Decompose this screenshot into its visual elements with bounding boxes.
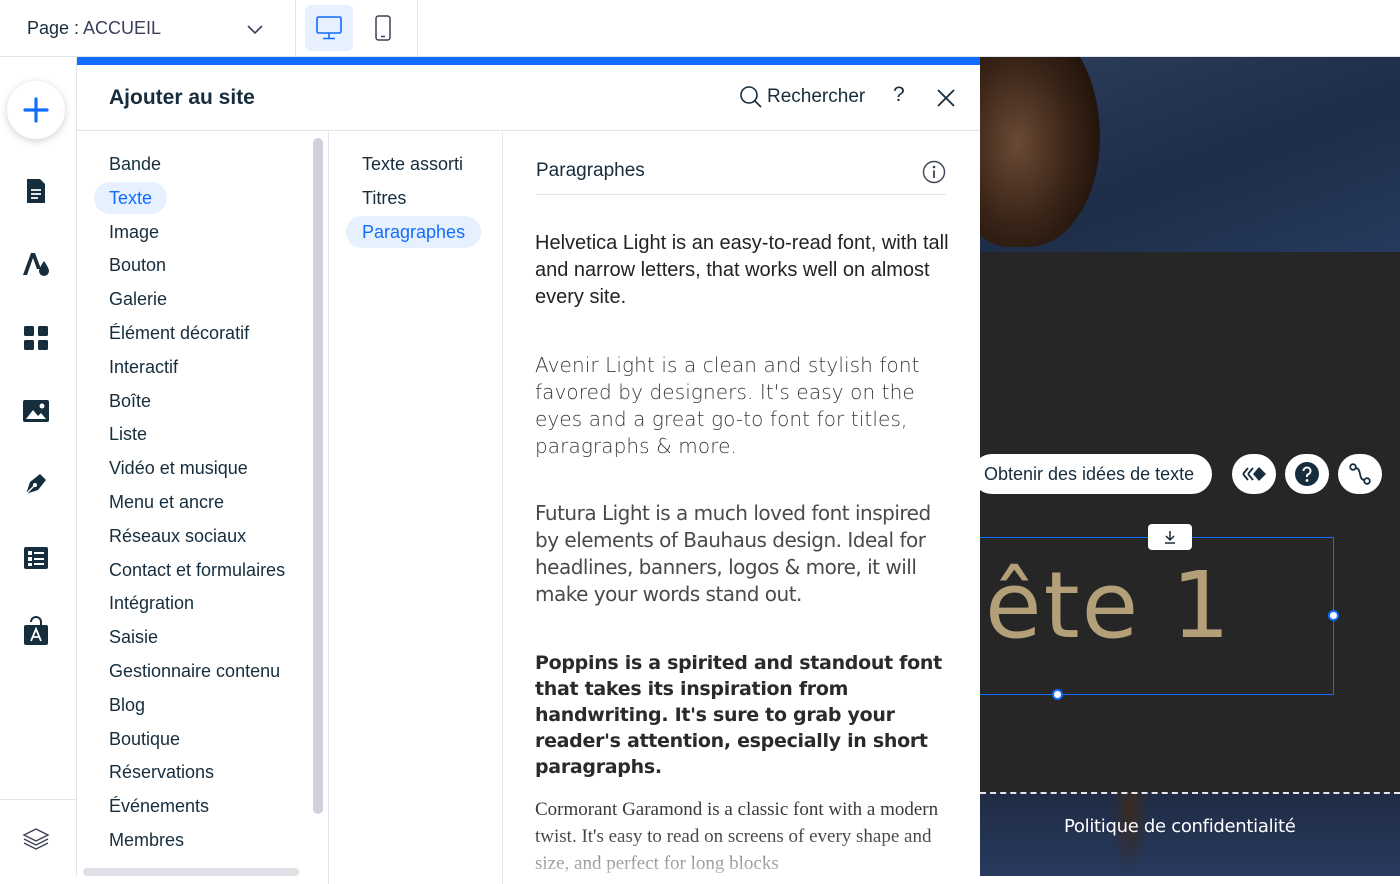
category-item[interactable]: Galerie: [94, 283, 182, 315]
mobile-icon: [375, 15, 391, 41]
add-elements-button[interactable]: [7, 81, 65, 139]
category-item[interactable]: Événements: [94, 790, 224, 822]
category-item[interactable]: Boutique: [94, 723, 195, 755]
help-round-button[interactable]: [1285, 454, 1329, 494]
info-icon[interactable]: [922, 160, 946, 184]
category-item[interactable]: Interactif: [94, 351, 193, 383]
category-list: Bande Texte Image Bouton Galerie Élément déco…: [77, 132, 329, 884]
cms-button[interactable]: [19, 541, 53, 575]
category-item[interactable]: Contact et formulaires: [94, 554, 300, 586]
content-fade: [504, 832, 980, 884]
paragraph-preset-avenir[interactable]: Avenir Light is a clean and stylish font…: [535, 352, 950, 460]
paragraph-preset-poppins[interactable]: Poppins is a spirited and standout font …: [535, 650, 950, 780]
page-selector[interactable]: Page : ACCUEIL: [0, 0, 296, 57]
app-market-icon: [24, 616, 48, 645]
privacy-policy-link[interactable]: Politique de confidentialité: [1064, 816, 1296, 837]
subcategory-item[interactable]: Titres: [346, 182, 422, 214]
cms-icon: [24, 547, 48, 569]
category-scrollbar[interactable]: [313, 138, 323, 814]
category-item[interactable]: Image: [94, 216, 174, 248]
category-item[interactable]: Réseaux sociaux: [94, 520, 261, 552]
animation-button[interactable]: [1232, 454, 1276, 494]
footer-boundary: [980, 792, 1400, 794]
pen-icon: [25, 474, 46, 495]
category-item[interactable]: Bouton: [94, 249, 181, 281]
panel-header: Ajouter au site Rechercher ?: [77, 65, 980, 131]
page-selector-value: ACCUEIL: [83, 18, 162, 38]
media-button[interactable]: [19, 394, 53, 428]
drag-handle[interactable]: [1148, 524, 1192, 550]
theme-button[interactable]: [19, 247, 53, 281]
search-button-label: Rechercher: [767, 86, 866, 107]
top-bar: Page : ACCUEIL: [0, 0, 1400, 57]
subcategory-list: Texte assorti Titres Paragraphes: [330, 132, 503, 884]
paragraph-preset-futura[interactable]: Futura Light is a much loved font inspir…: [535, 500, 950, 608]
category-item[interactable]: Gestionnaire contenu: [94, 655, 295, 687]
section-title: Paragraphes: [536, 160, 645, 181]
search-button[interactable]: Rechercher: [739, 85, 865, 109]
app-market-button[interactable]: [19, 614, 53, 648]
chevron-down-icon: [247, 25, 263, 35]
close-icon[interactable]: [935, 87, 957, 109]
add-to-site-panel: Ajouter au site Rechercher ? Bande Texte I…: [77, 57, 980, 884]
horizontal-scrollbar[interactable]: [83, 868, 299, 876]
download-icon: [1165, 531, 1175, 544]
paragraph-preset-helvetica[interactable]: Helvetica Light is an easy-to-read font,…: [535, 230, 950, 311]
left-toolbar: [0, 57, 77, 876]
apps-button[interactable]: [19, 321, 53, 355]
connect-icon: [1349, 463, 1371, 485]
subcategory-item[interactable]: Texte assorti: [346, 148, 479, 180]
help-icon: [1295, 462, 1319, 486]
connect-button[interactable]: [1338, 454, 1382, 494]
apps-icon: [24, 326, 48, 350]
dark-strip: [980, 252, 1400, 792]
get-text-ideas-button[interactable]: Obtenir des idées de texte: [980, 454, 1213, 494]
category-item[interactable]: Boîte: [94, 385, 166, 417]
media-icon: [23, 400, 49, 422]
mobile-view-button[interactable]: [359, 5, 407, 51]
category-item[interactable]: Saisie: [94, 621, 173, 653]
resize-handle-right[interactable]: [1328, 610, 1339, 621]
page-selector-label: Page :: [27, 18, 80, 38]
selection-box: [980, 537, 1334, 695]
category-item[interactable]: Intégration: [94, 587, 209, 619]
subcategory-item[interactable]: Paragraphes: [346, 216, 482, 248]
category-item[interactable]: Élément décoratif: [94, 317, 264, 349]
device-switcher: [296, 0, 418, 57]
pages-icon: [27, 179, 45, 203]
desktop-icon: [316, 16, 342, 40]
animation-icon: [1242, 467, 1266, 481]
preset-content: Paragraphes Helvetica Light is an easy-t…: [504, 132, 980, 884]
layers-button[interactable]: [19, 822, 53, 856]
help-button[interactable]: ?: [893, 83, 905, 107]
blog-button[interactable]: [19, 467, 53, 501]
desktop-view-button[interactable]: [305, 5, 353, 51]
category-item[interactable]: Menu et ancre: [94, 486, 239, 518]
category-item[interactable]: Liste: [94, 418, 162, 450]
section-divider: [536, 194, 946, 195]
toolbar-divider: [0, 799, 76, 800]
category-item[interactable]: Réservations: [94, 756, 229, 788]
panel-title: Ajouter au site: [109, 86, 255, 109]
plus-icon: [23, 97, 49, 123]
search-icon: [740, 86, 762, 108]
layers-icon: [22, 828, 50, 850]
category-item[interactable]: Bande: [94, 148, 176, 180]
pages-button[interactable]: [19, 174, 53, 208]
category-item[interactable]: Membres: [94, 824, 199, 856]
category-item[interactable]: Vidéo et musique: [94, 452, 263, 484]
category-item[interactable]: Blog: [94, 689, 160, 721]
resize-handle-bottom[interactable]: [1052, 689, 1063, 700]
theme-icon: [23, 253, 49, 276]
category-item[interactable]: Texte: [94, 181, 168, 214]
editor-canvas: ête 1 Obtenir des idées de texte Politiq…: [980, 57, 1400, 876]
